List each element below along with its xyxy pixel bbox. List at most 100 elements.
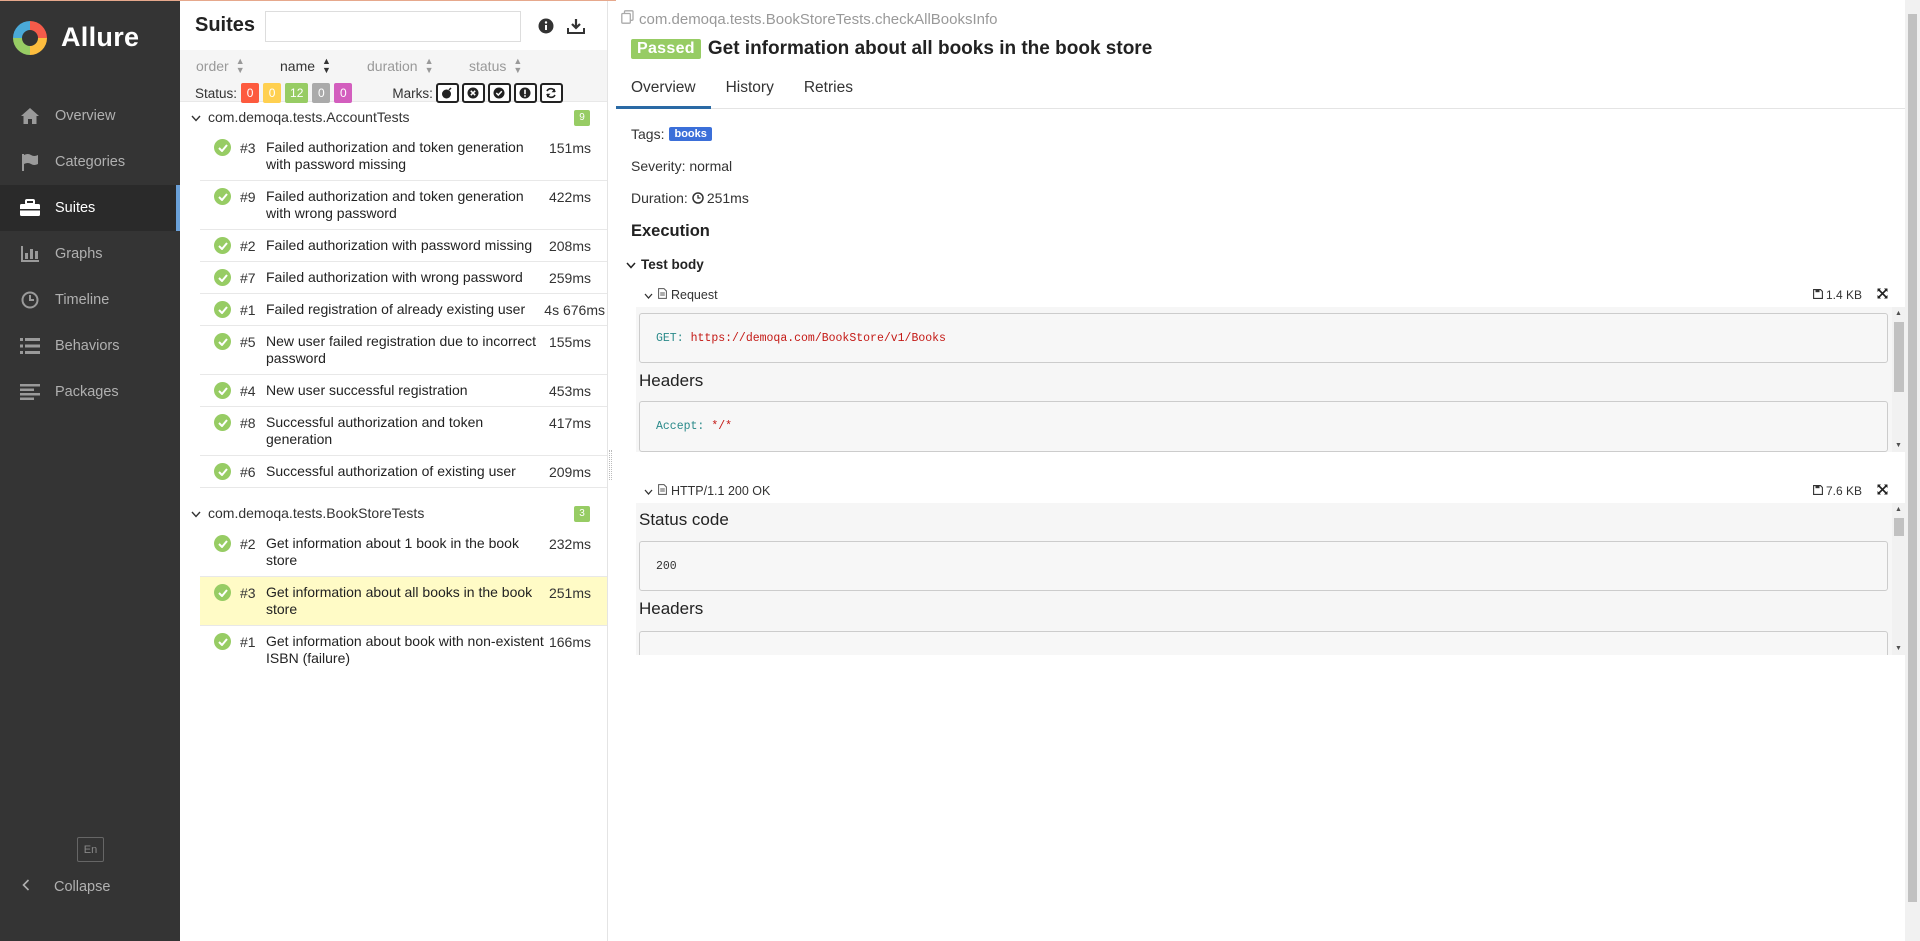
- scroll-thumb[interactable]: [1894, 518, 1904, 536]
- status-label: Status:: [195, 85, 238, 101]
- test-name: New user successful registration: [266, 382, 468, 398]
- collapse-button[interactable]: Collapse: [0, 870, 110, 904]
- request-scrollbar[interactable]: ▲ ▼: [1892, 307, 1906, 452]
- suite-count-badge: 3: [574, 506, 590, 522]
- retries-mark-icon[interactable]: [539, 83, 563, 103]
- test-row[interactable]: #5 New user failed registration due to i…: [200, 326, 607, 375]
- new-passed-mark-icon[interactable]: [487, 83, 511, 103]
- chevron-down-icon: [626, 257, 636, 272]
- pane-resize-handle[interactable]: [609, 450, 612, 480]
- save-icon[interactable]: [1813, 484, 1823, 498]
- response-headers-box: [639, 631, 1888, 655]
- tag-badge: books: [669, 127, 712, 141]
- sidebar-item-graphs[interactable]: Graphs: [0, 231, 180, 277]
- save-icon[interactable]: [1813, 288, 1823, 302]
- expand-icon[interactable]: [1877, 484, 1888, 498]
- response-frame[interactable]: Status code 200 Headers ▲ ▼: [636, 503, 1906, 655]
- status-badge: Passed: [631, 39, 701, 59]
- test-row[interactable]: #2 Failed authorization with password mi…: [200, 230, 607, 262]
- sort-status[interactable]: status ▲ ▼: [469, 57, 522, 75]
- info-icon[interactable]: [538, 18, 554, 37]
- test-number: #2: [240, 536, 256, 552]
- test-row[interactable]: #7 Failed authorization with wrong passw…: [200, 262, 607, 294]
- test-name: Get information about 1 book in the book…: [266, 535, 519, 568]
- status-badge-broken[interactable]: 0: [263, 83, 282, 103]
- scroll-down-icon[interactable]: ▼: [1895, 442, 1902, 449]
- language-switch[interactable]: En: [77, 837, 104, 862]
- new-broken-mark-icon[interactable]: [513, 83, 537, 103]
- breadcrumb: com.demoqa.tests.BookStoreTests.checkAll…: [621, 10, 998, 28]
- scroll-thumb[interactable]: [1908, 14, 1917, 902]
- status-badge-skipped[interactable]: 0: [312, 83, 331, 103]
- attachment-header[interactable]: Request 1.4 KB: [636, 283, 1906, 307]
- test-body-toggle[interactable]: Test body: [626, 257, 704, 272]
- test-row[interactable]: #4 New user successful registration 453m…: [200, 375, 607, 407]
- test-duration: 259ms: [548, 270, 591, 286]
- test-duration: 4s 676ms: [544, 302, 605, 318]
- tags-label: Tags:: [631, 126, 665, 142]
- detail-tabs: Overview History Retries: [616, 75, 1905, 109]
- status-badge-unknown[interactable]: 0: [334, 83, 353, 103]
- status-badge-failed[interactable]: 0: [241, 83, 260, 103]
- sort-order[interactable]: order ▲ ▼: [196, 57, 245, 75]
- scroll-thumb[interactable]: [1894, 322, 1904, 392]
- page-scrollbar[interactable]: [1905, 0, 1920, 941]
- passed-check-icon: [214, 139, 231, 156]
- brand[interactable]: Allure: [0, 0, 180, 75]
- sidebar-item-suites[interactable]: Suites: [0, 185, 180, 231]
- test-duration: 208ms: [548, 238, 591, 254]
- suite-header[interactable]: com.demoqa.tests.AccountTests 9: [180, 102, 607, 132]
- duration-label: Duration:: [631, 190, 688, 206]
- test-row[interactable]: #8 Successful authorization and token ge…: [200, 407, 607, 456]
- severity-row: Severity: normal: [631, 158, 732, 174]
- test-name: Failed authorization and token generatio…: [266, 188, 524, 221]
- sidebar-item-timeline[interactable]: Timeline: [0, 277, 180, 323]
- test-row[interactable]: #3 Failed authorization and token genera…: [200, 132, 607, 181]
- tab-overview[interactable]: Overview: [616, 75, 711, 109]
- flaky-mark-icon[interactable]: [435, 83, 459, 103]
- sidebar-item-overview[interactable]: Overview: [0, 93, 180, 139]
- test-row[interactable]: #9 Failed authorization and token genera…: [200, 181, 607, 230]
- sort-duration[interactable]: duration ▲ ▼: [367, 57, 434, 75]
- sidebar-item-label: Suites: [55, 200, 96, 216]
- test-duration: 251ms: [548, 585, 591, 601]
- test-name: Successful authorization of existing use…: [266, 463, 516, 479]
- test-row-selected[interactable]: #3 Get information about all books in th…: [200, 577, 607, 626]
- sort-arrows-icon: ▲ ▼: [235, 56, 245, 75]
- status-badge-passed[interactable]: 12: [285, 83, 309, 103]
- suite-bookstore-tests: com.demoqa.tests.BookStoreTests 3 #2 Get…: [180, 498, 607, 674]
- request-frame[interactable]: GET: https://demoqa.com/BookStore/v1/Boo…: [636, 307, 1906, 452]
- scroll-down-icon[interactable]: ▼: [1895, 645, 1902, 652]
- attachment-header[interactable]: HTTP/1.1 200 OK 7.6 KB: [636, 479, 1906, 503]
- tab-history[interactable]: History: [711, 75, 789, 109]
- test-row[interactable]: #1 Failed registration of already existi…: [200, 294, 607, 326]
- sort-name[interactable]: name ▲ ▼: [280, 57, 331, 75]
- test-number: #8: [240, 415, 256, 431]
- search-input[interactable]: [265, 10, 521, 42]
- sidebar-item-behaviors[interactable]: Behaviors: [0, 323, 180, 369]
- tab-retries[interactable]: Retries: [789, 75, 868, 109]
- new-failed-mark-icon[interactable]: [461, 83, 485, 103]
- download-icon[interactable]: [567, 18, 585, 37]
- page-title: Suites: [195, 13, 256, 36]
- scroll-up-icon[interactable]: ▲: [1895, 310, 1902, 317]
- expand-icon[interactable]: [1877, 288, 1888, 302]
- test-number: #3: [240, 585, 256, 601]
- test-name: New user failed registration due to inco…: [266, 333, 537, 366]
- passed-check-icon: [214, 382, 231, 399]
- sidebar-item-label: Graphs: [55, 246, 103, 262]
- scroll-up-icon[interactable]: ▲: [1895, 506, 1902, 513]
- test-row[interactable]: #6 Successful authorization of existing …: [200, 456, 607, 488]
- suite-header[interactable]: com.demoqa.tests.BookStoreTests 3: [180, 498, 607, 528]
- test-name: Get information about book with non-exis…: [266, 633, 544, 666]
- test-row[interactable]: #1 Get information about book with non-e…: [200, 626, 607, 674]
- copy-icon[interactable]: [621, 10, 634, 28]
- sidebar-item-categories[interactable]: Categories: [0, 139, 180, 185]
- test-duration: 417ms: [548, 415, 591, 431]
- sidebar-item-label: Categories: [55, 154, 126, 170]
- test-row[interactable]: #2 Get information about 1 book in the b…: [200, 528, 607, 577]
- test-number: #9: [240, 189, 256, 205]
- response-scrollbar[interactable]: ▲ ▼: [1892, 503, 1906, 655]
- sidebar-item-packages[interactable]: Packages: [0, 369, 180, 415]
- attachment-name: Request: [671, 288, 718, 302]
